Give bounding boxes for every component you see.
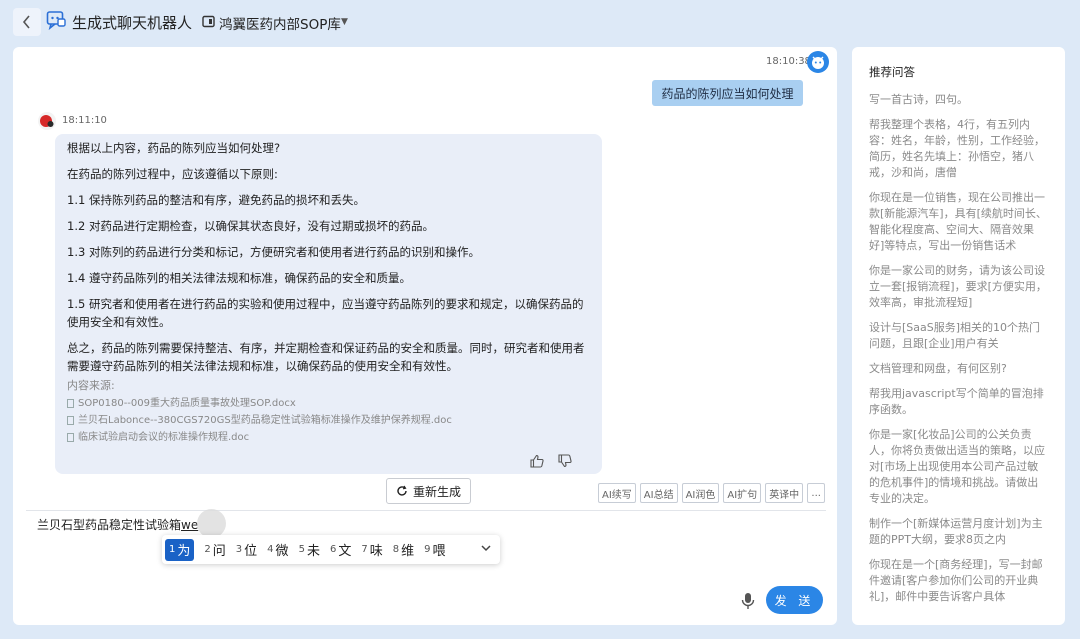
ime-candidate[interactable]: 4微: [267, 539, 288, 561]
thumbs-down-icon[interactable]: [558, 454, 572, 468]
recommended-question[interactable]: 你是一家[化妆品]公司的公关负责人，你将负责做出适当的策略，以应对[市场上出现使…: [869, 427, 1049, 507]
bot-message-bubble: 根据以上内容，药品的陈列应当如何处理? 在药品的陈列过程中，应该遵循以下原则: …: [55, 134, 602, 474]
ai-continue-button[interactable]: AI续写: [598, 483, 636, 503]
document-icon: [67, 399, 74, 408]
document-icon: [67, 416, 74, 425]
ai-summarize-button[interactable]: AI总结: [639, 483, 678, 503]
bot-paragraph: 1.4 遵守药品陈列的相关法律法规和标准，确保药品的安全和质量。: [67, 271, 411, 285]
panel-title: 推荐问答: [869, 65, 915, 79]
document-icon: [67, 433, 74, 442]
bot-paragraph: 在药品的陈列过程中，应该遵循以下原则:: [67, 167, 278, 181]
app-title: 生成式聊天机器人: [72, 14, 193, 32]
recommended-questions-panel: 推荐问答 写一首古诗，四句。 帮我整理个表格，4行，有五列内容：姓名，年龄，性别…: [852, 47, 1065, 625]
microphone-icon[interactable]: [740, 592, 756, 610]
ime-candidate[interactable]: 8维: [393, 539, 414, 561]
bot-paragraph: 根据以上内容，药品的陈列应当如何处理?: [67, 141, 281, 155]
source-link[interactable]: 临床试验启动会议的标准操作规程.doc: [67, 429, 590, 446]
regenerate-button[interactable]: 重新生成: [386, 478, 471, 504]
input-divider: [26, 510, 826, 511]
message-input[interactable]: 兰贝石型药品稳定性试验箱we: [37, 516, 198, 533]
bot-avatar: [38, 112, 56, 130]
ime-candidate[interactable]: 7味: [361, 539, 382, 561]
bot-paragraph: 1.3 对陈列的药品进行分类和标记，方便研究者和使用者进行药品的识别和操作。: [67, 245, 480, 259]
ime-candidate[interactable]: 6文: [330, 539, 351, 561]
chevron-left-icon: [22, 15, 30, 29]
caret-down-icon[interactable]: ▼: [341, 17, 348, 27]
recommended-question[interactable]: 帮我整理个表格，4行，有五列内容：姓名，年龄，性别，工作经验，简历，姓名先填上：…: [869, 117, 1049, 181]
sources-title: 内容来源:: [67, 379, 115, 392]
ime-candidate[interactable]: 3位: [236, 539, 257, 561]
ime-candidate[interactable]: 2问: [204, 539, 225, 561]
ime-candidate[interactable]: 1为: [165, 538, 195, 561]
ime-candidate[interactable]: 5未: [299, 539, 320, 561]
chat-bot-icon: [46, 11, 66, 30]
recommended-question[interactable]: 帮我用javascript写个简单的冒泡排序函数。: [869, 386, 1049, 418]
back-button[interactable]: [13, 8, 41, 36]
bot-paragraph: 1.5 研究者和使用者在进行药品的实验和使用过程中，应当遵守药品陈列的要求和规定…: [67, 297, 584, 329]
bot-paragraph: 1.2 对药品进行定期检查，以确保其状态良好，没有过期或损坏的药品。: [67, 219, 434, 233]
ime-composition: we: [181, 518, 199, 532]
chevron-down-icon[interactable]: [480, 542, 492, 554]
ai-toolbar: AI续写 AI总结 AI润色 AI扩句 英译中 ...: [598, 483, 826, 503]
bot-paragraph: 总之，药品的陈列需要保持整洁、有序，并定期检查和保证药品的安全和质量。同时，研究…: [67, 341, 585, 373]
mouse-cursor-indicator: [197, 509, 226, 538]
translate-en-zh-button[interactable]: 英译中: [765, 483, 804, 503]
send-button[interactable]: 发 送: [766, 586, 823, 614]
feedback-actions: [530, 454, 572, 468]
recommended-question[interactable]: 写一首古诗，四句。: [869, 92, 1049, 108]
knowledge-base-selector[interactable]: 鸿翼医药内部SOP库: [219, 13, 341, 33]
more-tools-button[interactable]: ...: [807, 483, 826, 503]
user-avatar: [807, 51, 829, 73]
user-message-time: 18:10:38: [766, 56, 811, 67]
bot-message-time: 18:11:10: [62, 115, 107, 126]
recommended-question[interactable]: 你是一家公司的财务，请为该公司设立一套[报销流程]，要求[方便实用，效率高，审批…: [869, 263, 1049, 311]
recommended-question[interactable]: 制作一个[新媒体运营月度计划]为主题的PPT大纲，要求8页之内: [869, 516, 1049, 548]
top-header: 生成式聊天机器人 鸿翼医药内部SOP库 ▼: [0, 0, 1080, 46]
recommended-question[interactable]: 设计与[SaaS服务]相关的10个热门问题，且跟[企业]用户有关: [869, 320, 1049, 352]
thumbs-up-icon[interactable]: [530, 454, 544, 468]
ime-candidate[interactable]: 9喂: [424, 539, 445, 561]
source-link[interactable]: 兰贝石Labonce--380CGS720GS型药品稳定性试验箱标准操作及维护保…: [67, 412, 590, 429]
ime-candidate-bar: 1为 2问 3位 4微 5未 6文 7味 8维 9喂: [162, 535, 500, 564]
bot-paragraph: 1.1 保持陈列药品的整洁和有序，避免药品的损坏和丢失。: [67, 193, 365, 207]
source-link[interactable]: SOP0180--009重大药品质量事故处理SOP.docx: [67, 395, 590, 412]
knowledge-base-icon: [202, 15, 215, 28]
recommended-question[interactable]: 你现在是一个[商务经理]，写一封邮件邀请[客户参加你们公司的开业典礼]，邮件中要…: [869, 557, 1049, 605]
ai-expand-button[interactable]: AI扩句: [723, 483, 762, 503]
recommended-question[interactable]: 你现在是一位销售，现在公司推出一款[新能源汽车]，具有[续航时间长、智能化程度高…: [869, 190, 1049, 254]
chat-panel: 18:10:38 药品的陈列应当如何处理 18:11:10 根据以上内容，药品的…: [13, 47, 837, 625]
refresh-icon: [397, 485, 407, 496]
ai-polish-button[interactable]: AI润色: [681, 483, 720, 503]
user-message-bubble: 药品的陈列应当如何处理: [652, 80, 803, 106]
recommended-question[interactable]: 文档管理和网盘，有何区别?: [869, 361, 1049, 377]
